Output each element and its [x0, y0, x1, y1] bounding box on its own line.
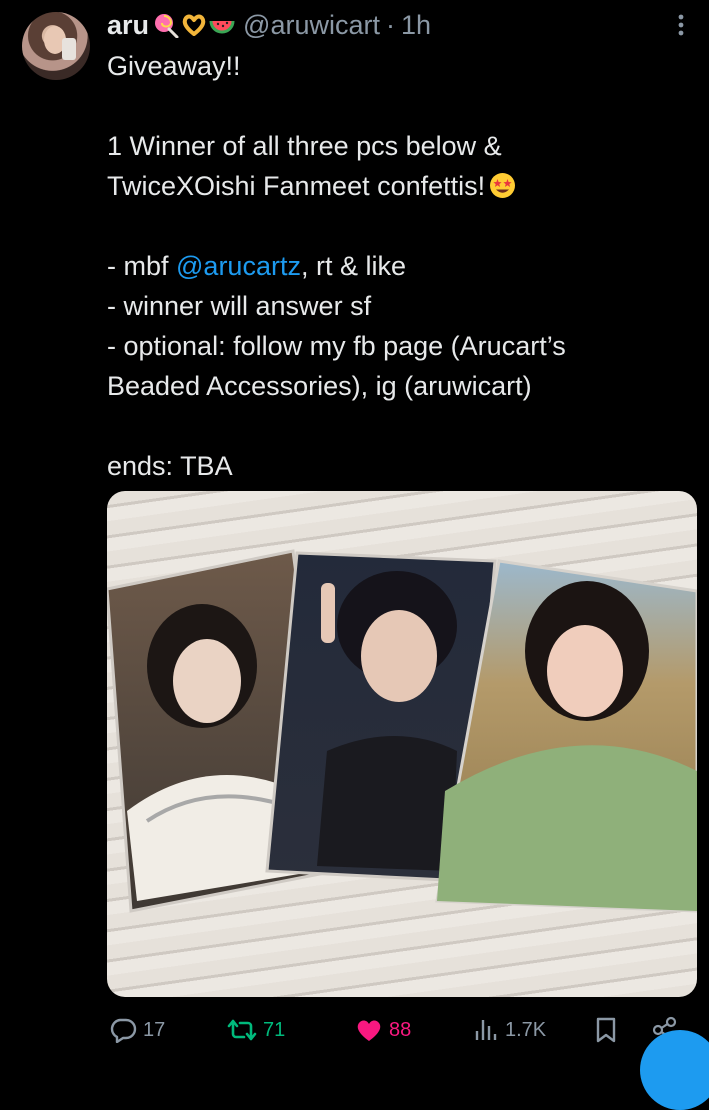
text-line-8: ends: TBA [107, 451, 233, 481]
avatar-phone [62, 38, 76, 60]
more-options-icon[interactable] [671, 10, 691, 40]
timestamp[interactable]: 1h [401, 10, 431, 41]
retweet-icon [227, 1019, 257, 1041]
retweet-button[interactable]: 71 [227, 1008, 285, 1052]
tweet[interactable]: aru @aruwicart · 1h Giveaway!! 1 Winner … [0, 0, 709, 1110]
text-line-4-prefix: - mbf [107, 251, 177, 281]
compose-fab-button[interactable] [640, 1030, 709, 1110]
text-line-3-content: TwiceXOishi Fanmeet confettis! [107, 171, 486, 201]
reply-button[interactable]: 17 [109, 1008, 165, 1052]
text-line-6: - optional: follow my fb page (Arucart’s [107, 331, 566, 361]
avatar[interactable] [22, 12, 90, 80]
reply-count: 17 [143, 1018, 166, 1041]
tweet-media-image[interactable] [107, 491, 697, 997]
like-button[interactable]: 88 [355, 1008, 411, 1052]
text-line-4-suffix: , rt & like [300, 251, 406, 281]
heart-hands-emoji [182, 14, 206, 36]
bookmark-button[interactable] [595, 1008, 617, 1052]
text-line-3: TwiceXOishi Fanmeet confettis! [107, 166, 687, 206]
text-line-4: - mbf @arucartz, rt & like [107, 246, 687, 286]
views-icon [475, 1020, 497, 1040]
text-line-2: 1 Winner of all three pcs below & [107, 131, 502, 161]
reply-icon [110, 1018, 137, 1043]
separator-dot: · [385, 9, 395, 40]
views-count: 1.7K [505, 1018, 547, 1041]
text-line-1: Giveaway!! [107, 51, 241, 81]
photocards-image [107, 549, 697, 913]
mention-link[interactable]: @arucartz [176, 251, 301, 281]
text-line-5: - winner will answer sf [107, 291, 372, 321]
action-bar: 17 71 88 1.7K [107, 1008, 697, 1052]
heart-icon [357, 1020, 381, 1041]
tweet-header: aru @aruwicart · 1h [107, 8, 431, 42]
watermelon-emoji [209, 20, 235, 34]
retweet-count: 71 [263, 1018, 286, 1041]
display-name[interactable]: aru [107, 10, 149, 41]
like-count: 88 [389, 1018, 412, 1041]
user-handle[interactable]: @aruwicart [243, 10, 380, 41]
views-button[interactable]: 1.7K [473, 1008, 546, 1052]
tweet-text: Giveaway!! 1 Winner of all three pcs bel… [107, 46, 687, 486]
text-line-7: Beaded Accessories), ig (aruwicart) [107, 371, 532, 401]
bookmark-icon [596, 1017, 616, 1043]
lollipop-emoji [155, 14, 179, 38]
star-struck-emoji [490, 173, 516, 198]
